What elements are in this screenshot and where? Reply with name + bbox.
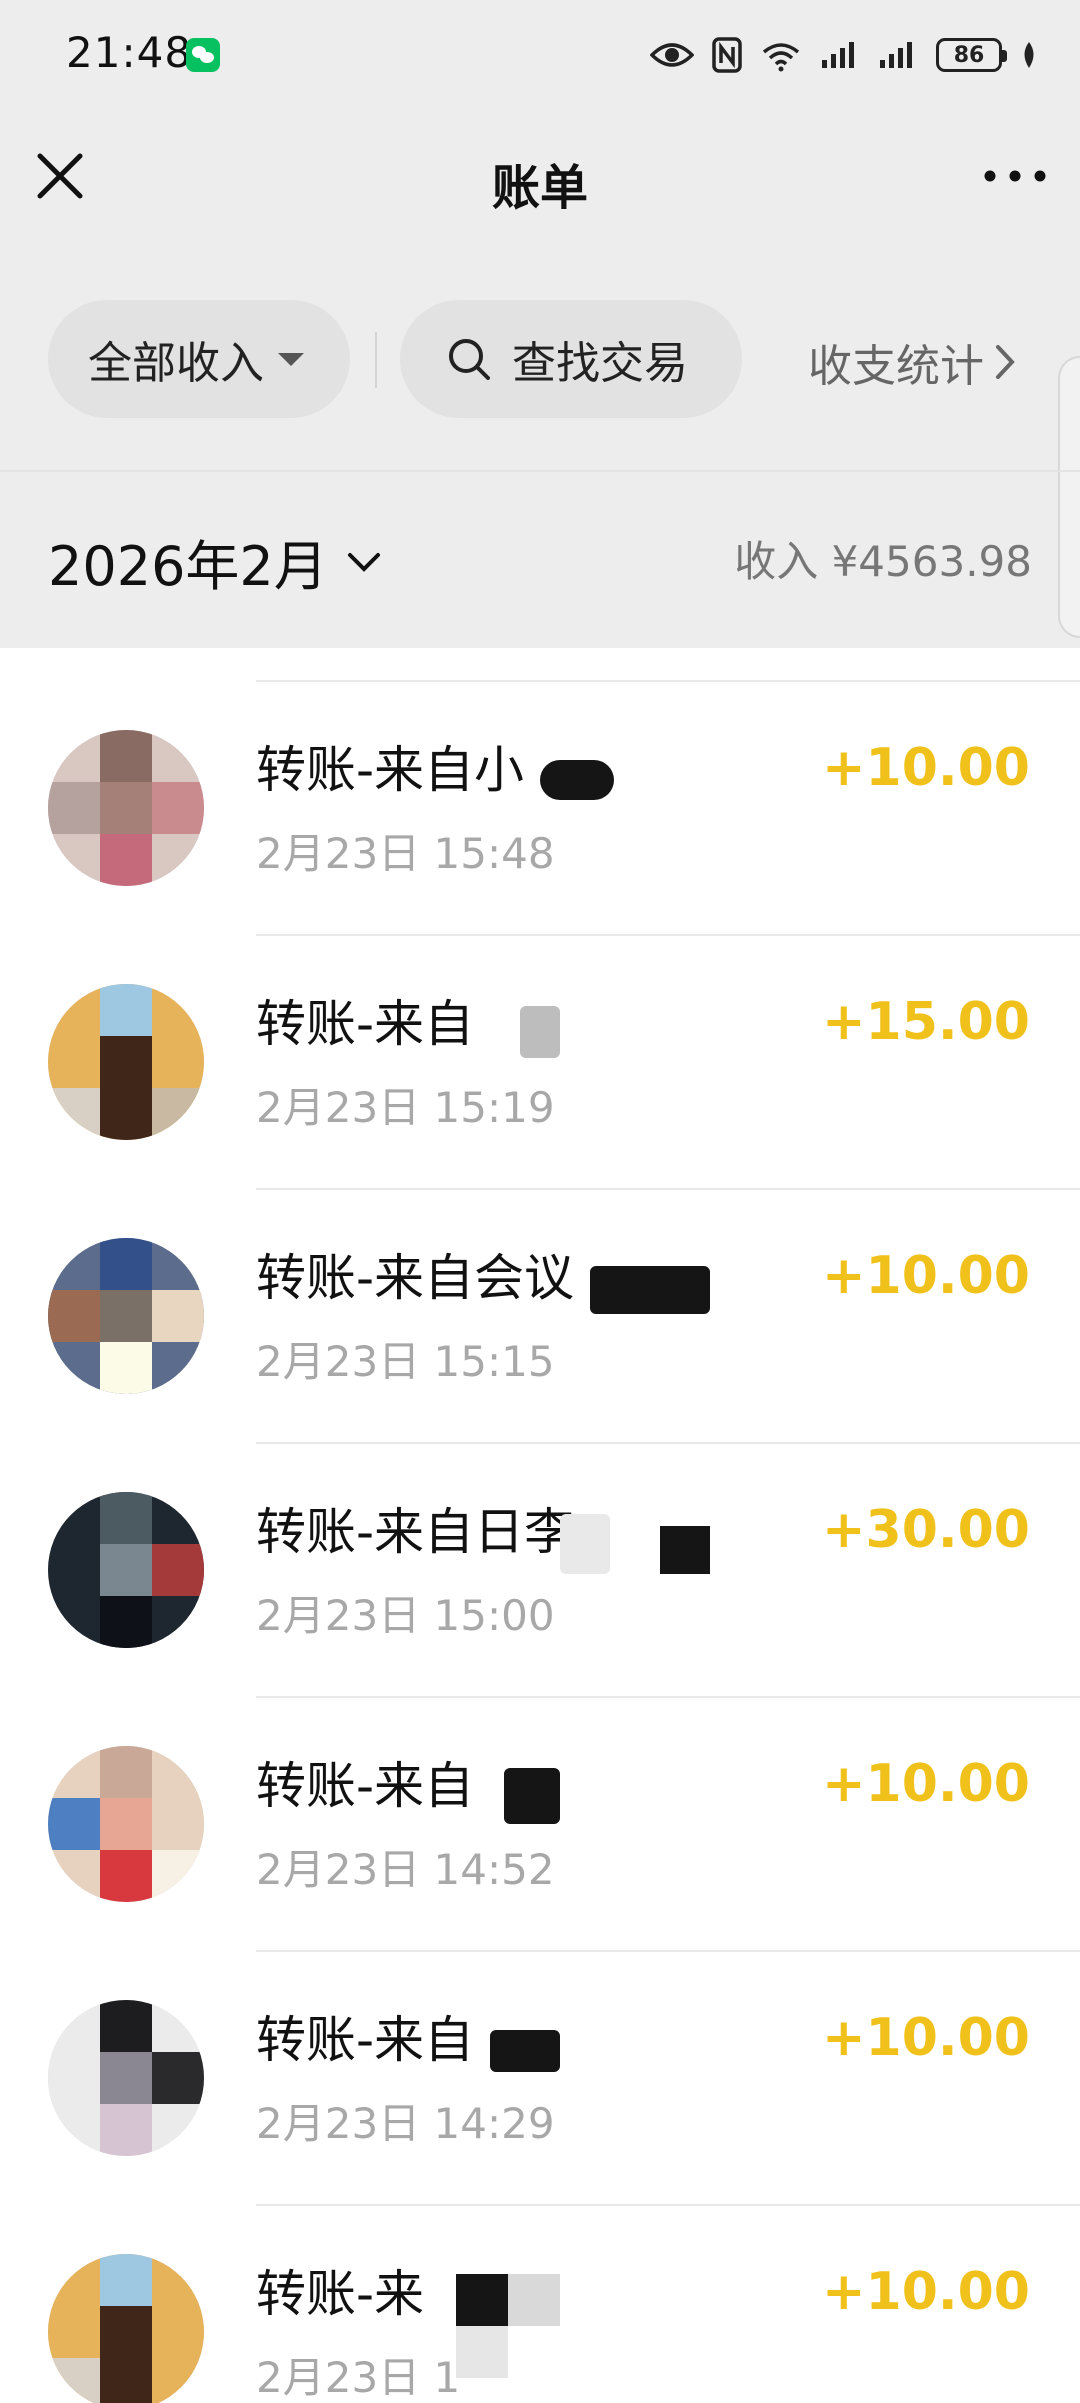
filter-divider [375, 332, 377, 388]
transaction-time: 2月23日 14:52 [256, 1845, 555, 1894]
redaction-mark [508, 2274, 560, 2326]
redaction-mark [456, 2274, 508, 2326]
chevron-down-icon [347, 552, 380, 572]
transaction-time: 2月23日 15:48 [256, 829, 555, 878]
stats-link[interactable]: 收支统计 [808, 330, 1016, 394]
transaction-title: 转账-来自小 [256, 741, 525, 799]
transaction-time: 2月23日 14:29 [256, 2099, 555, 2148]
wechat-notification-icon [186, 38, 220, 72]
transaction-title: 转账-来自会议 [256, 1249, 575, 1307]
avatar [48, 2000, 204, 2156]
avatar [48, 984, 204, 1140]
status-bar: 21:48 86 [0, 0, 1080, 110]
signal-icon [822, 42, 854, 68]
transaction-title: 转账-来 [256, 2265, 425, 2323]
status-icons: 86 [650, 32, 1038, 78]
search-transaction-label: 查找交易 [512, 338, 688, 389]
transaction-amount: +10.00 [821, 1246, 1030, 1306]
transaction-amount: +10.00 [821, 1754, 1030, 1814]
transaction-amount: +10.00 [821, 2008, 1030, 2068]
row-divider [256, 1950, 1080, 1952]
transaction-amount: +30.00 [821, 1500, 1030, 1560]
nav-bar: 账单 [0, 120, 1080, 240]
transaction-row[interactable]: 转账-来 2月23日 1 +10.00 [0, 2172, 1080, 2403]
transaction-time: 2月23日 15:15 [256, 1337, 555, 1386]
month-selector[interactable]: 2026年2月 [48, 522, 382, 601]
avatar [48, 1492, 204, 1648]
avatar [48, 1238, 204, 1394]
search-icon [449, 339, 490, 380]
filter-row: 全部收入 查找交易 收支统计 [0, 300, 1080, 420]
avatar [48, 2254, 204, 2403]
transaction-title: 转账-来自日李 [256, 1503, 575, 1561]
income-filter-label: 全部收入 [88, 338, 264, 389]
transaction-row[interactable]: 转账-来自 2月23日 14:29 +10.00 [0, 1918, 1080, 2172]
caret-down-icon [278, 352, 304, 366]
row-divider [256, 680, 1080, 682]
redaction-mark [660, 1526, 710, 1574]
transaction-time: 2月23日 15:19 [256, 1083, 555, 1132]
transaction-row[interactable]: 转账-来自会议 2月23日 15:15 +10.00 [0, 1156, 1080, 1410]
transaction-list: 转账-来自小 2月23日 15:48 +10.00 转账-来自 2月23日 15… [0, 648, 1080, 2403]
transaction-row[interactable]: 转账-来自 2月23日 14:52 +10.00 [0, 1664, 1080, 1918]
battery-icon: 86 [936, 38, 1007, 72]
transaction-amount: +10.00 [821, 738, 1030, 798]
leaf-icon [1024, 42, 1034, 68]
transaction-time: 2月23日 15:00 [256, 1591, 555, 1640]
redaction-mark [490, 2030, 560, 2072]
row-divider [256, 934, 1080, 936]
row-divider [256, 1696, 1080, 1698]
transaction-time: 2月23日 1 [256, 2353, 461, 2402]
redaction-mark [456, 2326, 508, 2378]
wifi-icon [762, 43, 800, 72]
transaction-title: 转账-来自 [256, 995, 475, 1053]
eye-icon [650, 43, 694, 67]
signal-icon [880, 42, 912, 68]
transaction-amount: +10.00 [821, 2262, 1030, 2322]
stats-label: 收支统计 [808, 341, 984, 392]
redaction-mark [590, 1266, 710, 1314]
redaction-mark [560, 1514, 610, 1574]
transaction-row[interactable]: 转账-来自日李 2月23日 15:00 +30.00 [0, 1410, 1080, 1664]
more-icon[interactable] [980, 146, 1050, 206]
avatar [48, 1746, 204, 1902]
month-label: 2026年2月 [48, 535, 328, 598]
redaction-mark [504, 1768, 560, 1824]
transaction-row[interactable]: 转账-来自小 2月23日 15:48 +10.00 [0, 648, 1080, 902]
battery-level: 86 [953, 42, 985, 68]
transaction-title: 转账-来自 [256, 2011, 475, 2069]
month-income-total: 收入 ¥4563.98 [734, 537, 1032, 586]
row-divider [256, 2204, 1080, 2206]
row-divider [256, 1442, 1080, 1444]
redaction-mark [520, 1006, 560, 1058]
transaction-title: 转账-来自 [256, 1757, 475, 1815]
row-divider [256, 1188, 1080, 1190]
page-title: 账单 [491, 160, 588, 216]
month-header: 2026年2月 收入 ¥4563.98 [0, 472, 1080, 648]
transaction-amount: +15.00 [821, 992, 1030, 1052]
nfc-icon [712, 37, 742, 73]
income-filter-button[interactable]: 全部收入 [48, 300, 350, 418]
redaction-mark [540, 760, 614, 800]
search-transaction-button[interactable]: 查找交易 [400, 300, 742, 418]
avatar [48, 730, 204, 886]
transaction-row[interactable]: 转账-来自 2月23日 15:19 +15.00 [0, 902, 1080, 1156]
bill-screen: 21:48 86 账单 全部收入 查找交易 收支统计 2026年2月 收入 ¥4… [0, 0, 1080, 2403]
chevron-right-icon [996, 345, 1015, 379]
status-time: 21:48 [66, 28, 193, 77]
